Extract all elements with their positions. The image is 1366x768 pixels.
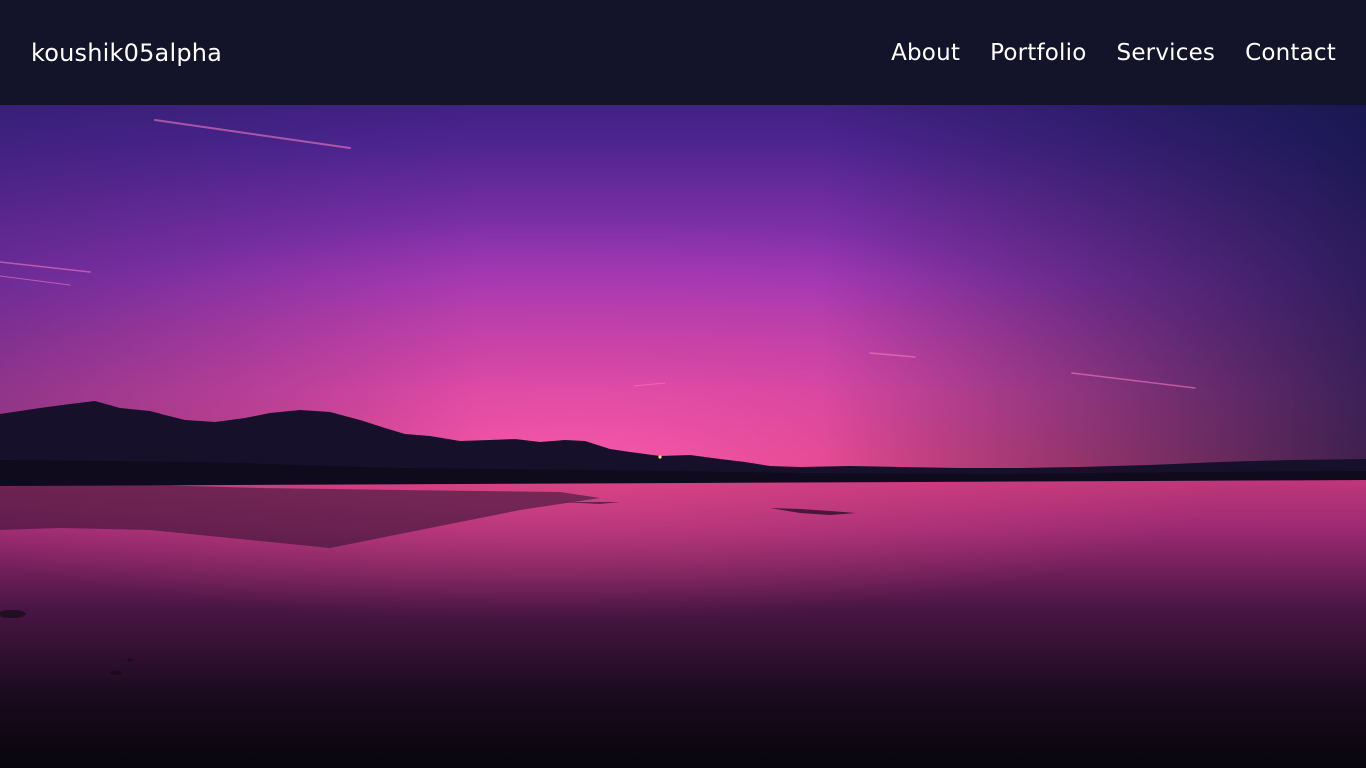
hero-background-image xyxy=(0,0,1366,768)
nav-item-about: About xyxy=(891,40,960,66)
nav-item-portfolio: Portfolio xyxy=(990,40,1086,66)
nav-link-contact[interactable]: Contact xyxy=(1245,40,1336,66)
nav-link-about[interactable]: About xyxy=(891,40,960,66)
nav-link-portfolio[interactable]: Portfolio xyxy=(990,40,1086,66)
nav-item-contact: Contact xyxy=(1245,40,1336,66)
nav-links: About Portfolio Services Contact xyxy=(891,40,1336,66)
top-navigation-bar: koushik05alpha About Portfolio Services … xyxy=(0,0,1366,105)
nav-item-services: Services xyxy=(1117,40,1216,66)
page: koushik05alpha About Portfolio Services … xyxy=(0,0,1366,768)
nav-link-services[interactable]: Services xyxy=(1117,40,1216,66)
brand-logo-link[interactable]: koushik05alpha xyxy=(31,39,222,67)
